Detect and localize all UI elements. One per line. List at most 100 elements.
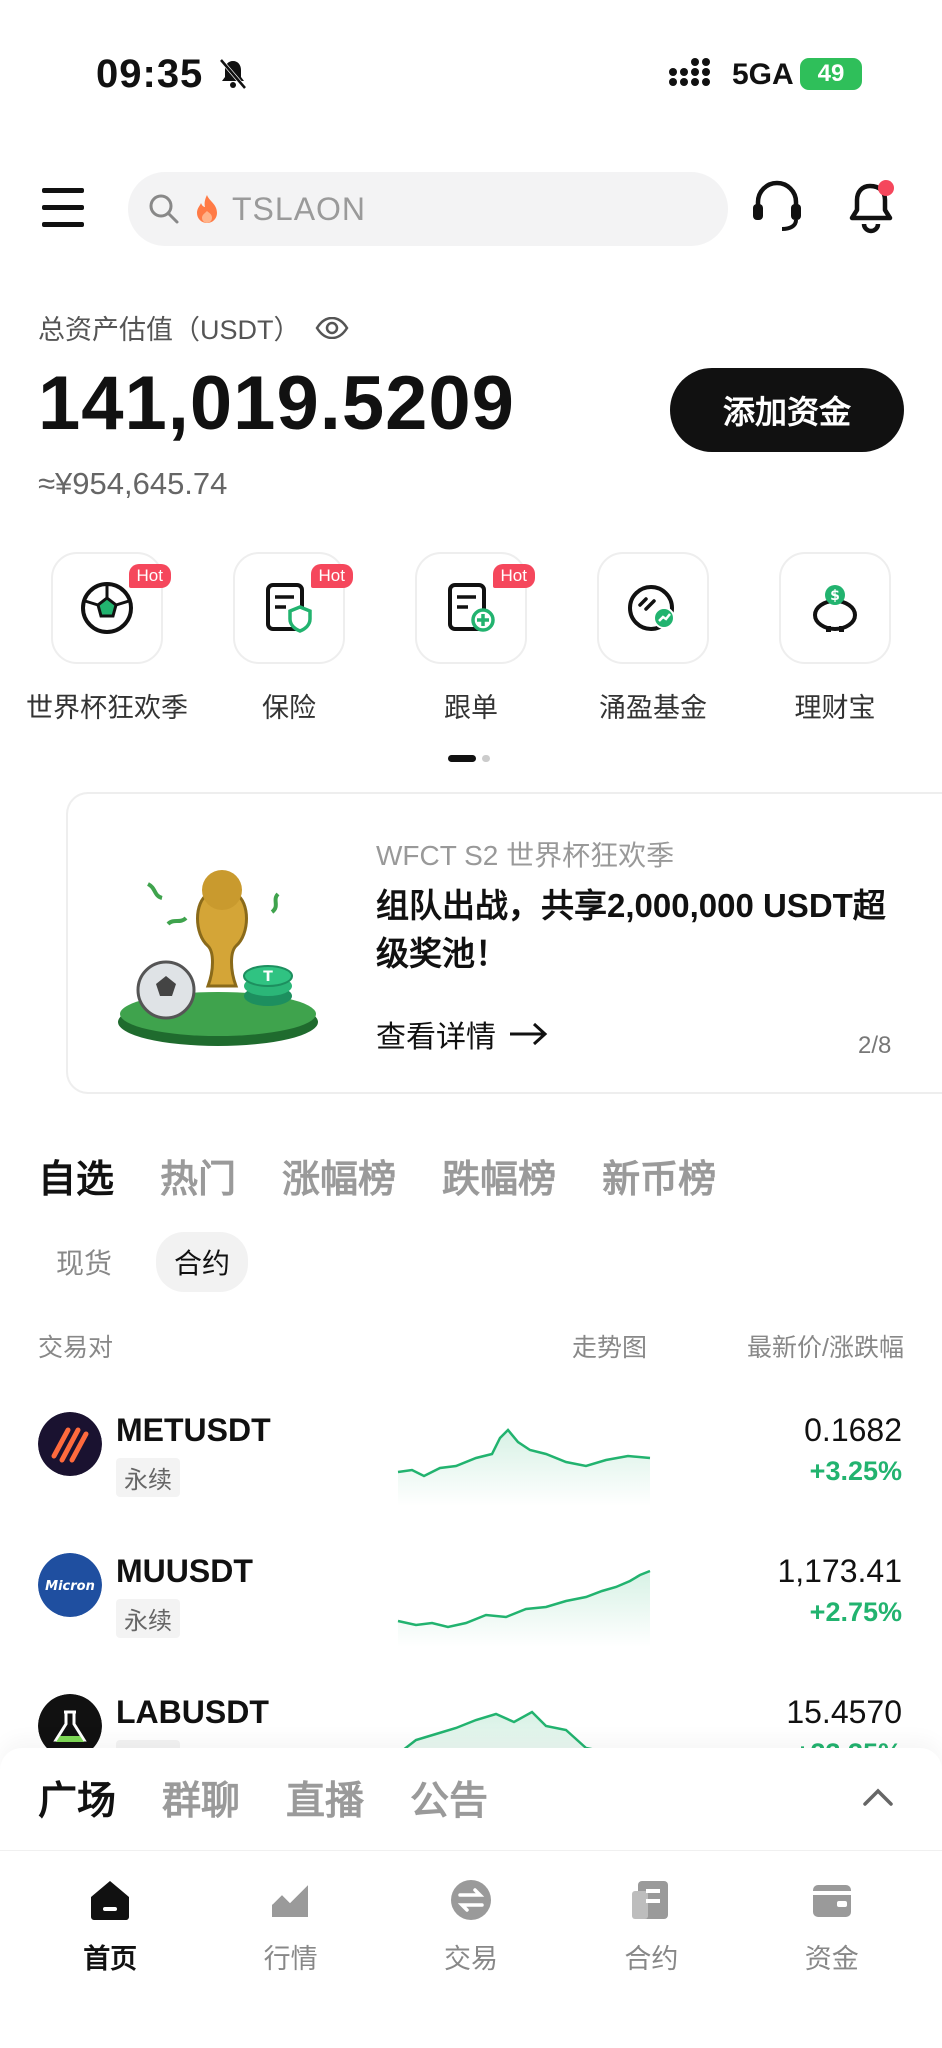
nav-markets[interactable]: 行情 bbox=[216, 1851, 366, 2048]
trend-sparkline bbox=[397, 1428, 651, 1506]
hot-badge: Hot bbox=[492, 564, 535, 588]
banner-link-label: 查看详情 bbox=[376, 1021, 496, 1054]
last-price: 0.1682 bbox=[804, 1412, 902, 1448]
futures-icon bbox=[632, 1881, 669, 1919]
quick-actions: Hot 世界杯狂欢季 Hot 保险 Hot 跟单 涌盈基金 $ 理财宝 bbox=[0, 552, 942, 725]
search-icon bbox=[149, 194, 179, 224]
status-time: 09:35 bbox=[96, 52, 204, 96]
trend-sparkline bbox=[401, 1710, 603, 1750]
last-price: 15.4570 bbox=[786, 1694, 902, 1730]
price-change: +3.25% bbox=[809, 1456, 902, 1486]
tab-square[interactable]: 广场 bbox=[38, 1770, 116, 1826]
menu-icon[interactable] bbox=[40, 186, 86, 230]
eye-icon[interactable] bbox=[315, 316, 349, 339]
quick-action-insurance[interactable]: Hot 保险 bbox=[202, 552, 376, 725]
community-panel: 广场 群聊 直播 公告 bbox=[0, 1748, 942, 1850]
coin-symbol: MUUSDT bbox=[116, 1553, 253, 1589]
contract-type-tag: 永续 bbox=[116, 1599, 180, 1638]
nav-assets[interactable]: 资金 bbox=[757, 1851, 907, 2048]
trade-swap-icon bbox=[450, 1880, 491, 1920]
search-bar[interactable]: TSLAON bbox=[128, 172, 728, 246]
banner-details-link[interactable]: 查看详情 bbox=[376, 1012, 548, 1056]
nav-home[interactable]: 首页 bbox=[35, 1851, 185, 2048]
wallet-icon bbox=[812, 1885, 851, 1917]
tab-gainers[interactable]: 涨幅榜 bbox=[282, 1148, 396, 1203]
banner-page-indicator: 2/8 bbox=[858, 1032, 892, 1059]
contract-type-tag: 永续 bbox=[116, 1458, 180, 1497]
add-funds-button[interactable]: 添加资金 bbox=[670, 368, 904, 452]
banner-subtitle: WFCT S2 世界杯狂欢季 bbox=[376, 840, 675, 871]
last-price: 1,173.41 bbox=[777, 1553, 902, 1589]
quick-actions-pager bbox=[448, 755, 490, 762]
hot-badge: Hot bbox=[128, 564, 171, 588]
network-type: 5GA bbox=[732, 58, 794, 91]
fund-icon bbox=[628, 585, 675, 631]
trophy-illustration: T bbox=[118, 870, 318, 1046]
quick-action-wealth[interactable]: $ 理财宝 bbox=[748, 552, 922, 725]
price-change: +2.75% bbox=[809, 1597, 902, 1627]
market-chart-icon bbox=[270, 1881, 309, 1917]
nav-futures[interactable]: 合约 bbox=[576, 1851, 726, 2048]
quick-action-copy-trade[interactable]: Hot 跟单 bbox=[384, 552, 558, 725]
header-pair: 交易对 bbox=[38, 1334, 114, 1362]
hot-badge: Hot bbox=[310, 564, 353, 588]
tab-watchlist[interactable]: 自选 bbox=[38, 1148, 114, 1203]
tab-losers[interactable]: 跌幅榜 bbox=[442, 1148, 556, 1203]
asset-value: 141,019.5209 bbox=[38, 361, 515, 446]
notification-bell-icon[interactable] bbox=[846, 178, 898, 234]
tab-live[interactable]: 直播 bbox=[286, 1770, 364, 1826]
subtab-spot[interactable]: 现货 bbox=[38, 1232, 130, 1292]
coin-symbol: LABUSDT bbox=[116, 1694, 269, 1730]
market-sub-tabs: 现货 合约 bbox=[38, 1232, 249, 1292]
market-row[interactable]: Micron MUUSDT 永续 1,173.41 +2.75% bbox=[0, 1531, 942, 1672]
nav-label: 交易 bbox=[443, 1944, 498, 1974]
quick-action-label: 世界杯狂欢季 bbox=[26, 693, 188, 723]
tab-announcements[interactable]: 公告 bbox=[410, 1770, 488, 1826]
market-list: METUSDT 永续 0.1682 +3.25% Micron MUUSDT 永… bbox=[0, 1390, 942, 1750]
insurance-shield-icon bbox=[266, 583, 312, 633]
search-placeholder: TSLAON bbox=[232, 190, 367, 227]
met-coin-logo bbox=[38, 1412, 102, 1476]
banner-title: 组队出战，共享2,000,000 USDT超级奖池！ bbox=[376, 887, 886, 972]
home-icon bbox=[91, 1881, 130, 1920]
quick-action-label: 涌盈基金 bbox=[599, 693, 707, 723]
copy-trade-icon bbox=[448, 583, 495, 632]
pager-dot bbox=[482, 755, 490, 762]
lab-coin-logo bbox=[38, 1694, 102, 1750]
signal-icon bbox=[669, 58, 710, 86]
bottom-nav: 首页 行情 交易 合约 资金 bbox=[0, 1850, 942, 2048]
quick-action-fund[interactable]: 涌盈基金 bbox=[566, 552, 740, 725]
header-price: 最新价/涨跌幅 bbox=[747, 1334, 904, 1362]
market-tabs: 自选 热门 涨幅榜 跌幅榜 新币榜 bbox=[38, 1148, 716, 1203]
market-row[interactable]: METUSDT 永续 0.1682 +3.25% bbox=[0, 1390, 942, 1531]
pager-dot-active bbox=[448, 755, 476, 762]
svg-text:Micron: Micron bbox=[45, 1579, 95, 1594]
market-row[interactable]: LABUSDT 永续 15.4570 +23.35% bbox=[0, 1672, 942, 1750]
chevron-up-icon[interactable] bbox=[862, 1786, 894, 1808]
status-bar: 09:35 5GA 49 bbox=[0, 0, 942, 150]
piggy-bank-icon: $ bbox=[813, 585, 857, 632]
soccer-ball-icon bbox=[81, 582, 133, 634]
nav-label: 合约 bbox=[624, 1944, 679, 1974]
tab-hot[interactable]: 热门 bbox=[160, 1148, 236, 1203]
promo-banner[interactable]: T WFCT S2 世界杯狂欢季 组队出战，共享2,000,000 USDT超级… bbox=[66, 792, 942, 1094]
tab-group-chat[interactable]: 群聊 bbox=[162, 1770, 240, 1826]
tab-new-listings[interactable]: 新币榜 bbox=[602, 1148, 716, 1203]
micron-logo: Micron bbox=[38, 1553, 102, 1617]
subtab-futures[interactable]: 合约 bbox=[156, 1232, 249, 1292]
svg-text:T: T bbox=[263, 969, 273, 985]
trend-sparkline bbox=[397, 1569, 651, 1647]
nav-trade[interactable]: 交易 bbox=[396, 1851, 546, 2048]
quick-action-label: 跟单 bbox=[444, 693, 498, 723]
svg-text:$: $ bbox=[830, 588, 840, 604]
bell-muted-icon bbox=[219, 58, 247, 90]
header-trend: 走势图 bbox=[572, 1334, 648, 1362]
nav-label: 首页 bbox=[83, 1944, 138, 1974]
asset-cny-value: ≈¥954,645.74 bbox=[38, 466, 228, 501]
quick-action-label: 理财宝 bbox=[794, 693, 876, 723]
headset-icon[interactable] bbox=[750, 178, 804, 234]
quick-action-label: 保险 bbox=[262, 693, 316, 723]
coin-symbol: METUSDT bbox=[116, 1412, 271, 1448]
quick-action-world-cup[interactable]: Hot 世界杯狂欢季 bbox=[20, 552, 194, 725]
nav-label: 资金 bbox=[804, 1944, 859, 1974]
